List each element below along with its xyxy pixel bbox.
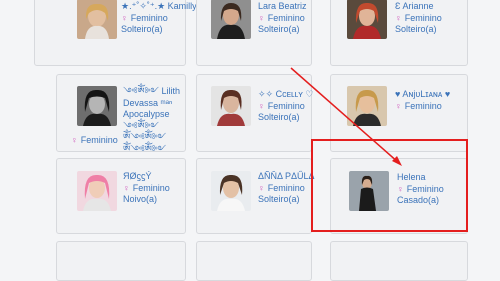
profile-photo[interactable] <box>347 86 387 126</box>
profile-photo[interactable] <box>211 0 251 39</box>
female-symbol-icon: ♀ <box>395 100 402 111</box>
female-symbol-icon: ♀ <box>395 12 402 23</box>
female-symbol-icon: ♀ <box>258 12 265 23</box>
profile-card[interactable]: ЯØϛϛÝ ♀ Feminino Noivo(a) <box>56 158 186 234</box>
profile-photo[interactable] <box>77 0 117 39</box>
profile-status: Solteiro(a) <box>258 194 300 204</box>
profile-gender: Feminino <box>267 12 305 23</box>
female-symbol-icon: ♀ <box>121 12 128 23</box>
profile-card[interactable]: ΔÑŇΔ PΔŰLΔ ♀ Feminino Solteiro(a) <box>196 158 315 234</box>
profile-gender: Feminino <box>404 100 442 111</box>
profile-card[interactable]: ✧✧ Cᴄᴇʟʟʏ ♡ ♀ Feminino Solteiro(a) <box>196 74 314 152</box>
profile-name[interactable]: ♥ AɴjᴜLɪᴀɴᴀ ♥ <box>395 89 450 101</box>
profile-photo[interactable] <box>77 86 117 126</box>
profile-gender: Feminino <box>132 182 170 193</box>
annotation-highlight-box <box>311 139 468 232</box>
female-symbol-icon: ♀ <box>71 135 78 145</box>
profile-card[interactable] <box>330 241 468 281</box>
profile-name[interactable]: ★.⁺˚✧˚⁺.★ Kamilly <box>121 1 197 13</box>
profile-status: Solteiro(a) <box>395 24 437 34</box>
female-symbol-icon: ♀ <box>123 182 130 193</box>
profile-grid: ★.⁺˚✧˚⁺.★ Kamilly ♀ Feminino Solteiro(a) … <box>0 0 500 281</box>
female-symbol-icon: ♀ <box>258 100 265 111</box>
profile-name[interactable]: ΔÑŇΔ PΔŰLΔ <box>258 171 315 183</box>
profile-card[interactable] <box>56 241 186 281</box>
profile-status: Solteiro(a) <box>121 24 163 34</box>
profile-name[interactable]: ༺ༀ༻ Lilith Devassa ᵐᵃⁿ Apocalypse ༺ༀ༻ༀ༺ༀ… <box>123 86 185 155</box>
profile-gender: Feminino <box>80 135 118 145</box>
profile-status: Solteiro(a) <box>258 24 300 34</box>
profile-photo[interactable] <box>211 171 251 211</box>
profile-name[interactable]: Lara Beatriz <box>258 1 307 13</box>
profile-name[interactable]: ЯØϛϛÝ <box>123 171 170 183</box>
profile-photo[interactable] <box>211 86 251 126</box>
profile-gender: Feminino <box>404 12 442 23</box>
profile-card[interactable]: Lara Beatriz ♀ Feminino Solteiro(a) <box>196 0 312 66</box>
profile-card[interactable]: Ɛ Arianne ♀ Feminino Solteiro(a) <box>330 0 468 66</box>
profile-status: Noivo(a) <box>123 194 158 204</box>
profile-photo[interactable] <box>347 0 387 39</box>
profile-gender: Feminino <box>130 12 168 23</box>
profile-name[interactable]: Ɛ Arianne <box>395 1 442 13</box>
profile-name[interactable]: ✧✧ Cᴄᴇʟʟʏ ♡ <box>258 89 314 101</box>
profile-status: Solteiro(a) <box>258 112 300 122</box>
profile-card[interactable]: ༺ༀ༻ Lilith Devassa ᵐᵃⁿ Apocalypse ༺ༀ༻ༀ༺ༀ… <box>56 74 186 155</box>
female-symbol-icon: ♀ <box>258 182 265 193</box>
profile-card[interactable] <box>196 241 312 281</box>
profile-gender: Feminino <box>267 182 305 193</box>
profile-gender: Feminino <box>267 100 305 111</box>
profile-photo[interactable] <box>77 171 117 211</box>
profile-card[interactable]: ★.⁺˚✧˚⁺.★ Kamilly ♀ Feminino Solteiro(a) <box>34 0 197 66</box>
